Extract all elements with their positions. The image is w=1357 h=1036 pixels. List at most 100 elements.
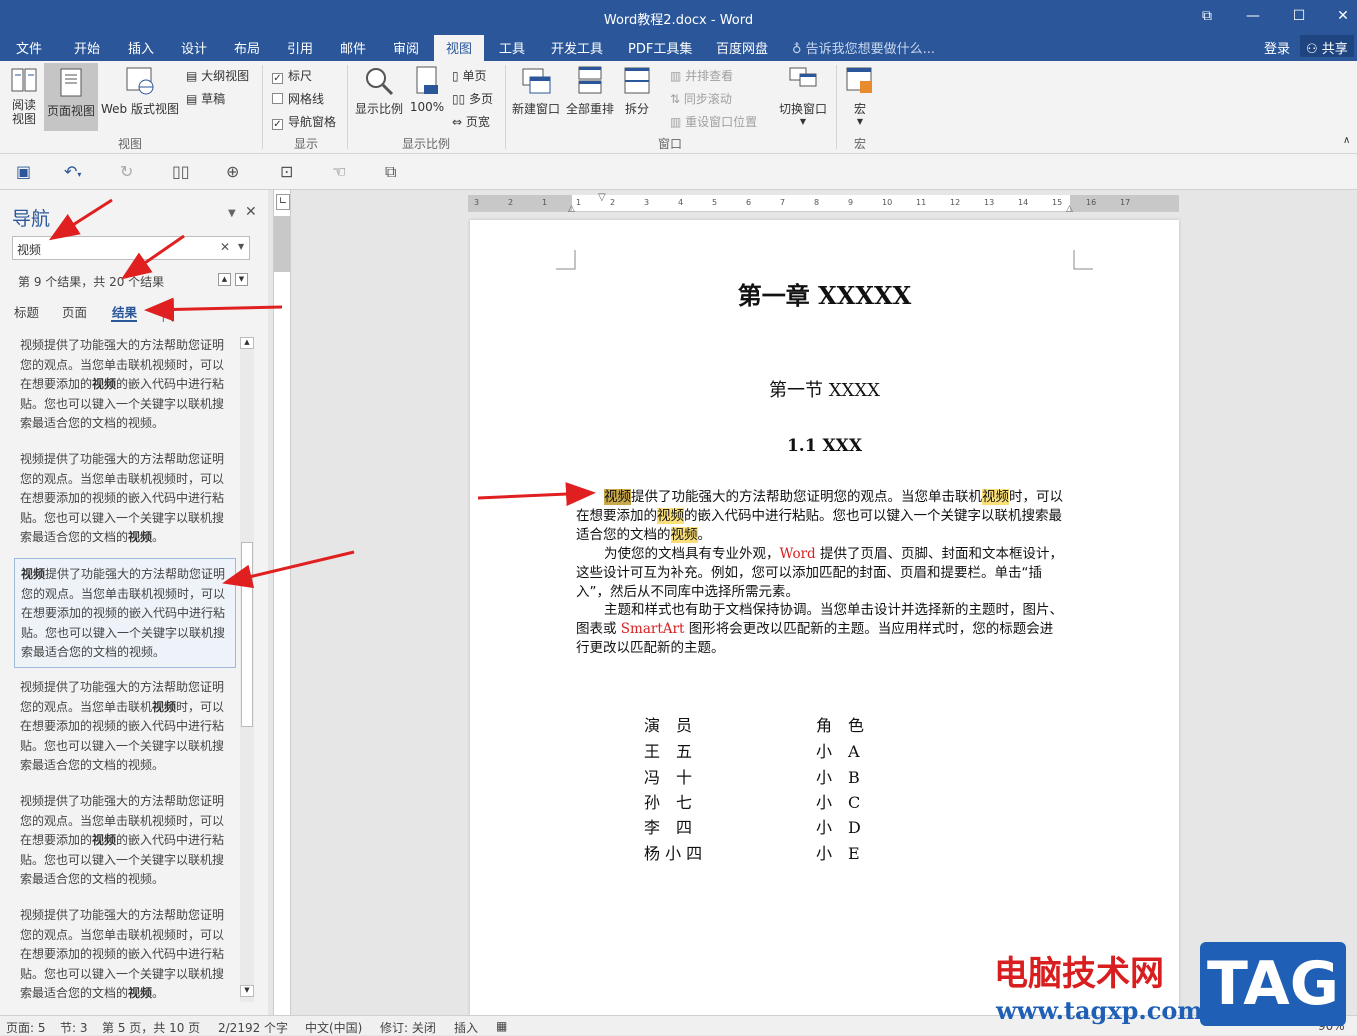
nav-search-input[interactable]: 视频 ✕ ▼ <box>12 236 250 260</box>
touch-mode-icon[interactable]: ☜ <box>332 162 346 181</box>
lightbulb-icon: ♁ <box>792 42 802 57</box>
status-insert-mode[interactable]: 插入 <box>454 1019 478 1036</box>
multi-page-button[interactable]: ▯▯ 多页 <box>452 90 493 107</box>
switch-window-button[interactable]: 切换窗口 ▼ <box>776 65 830 126</box>
tab-selector[interactable]: ∟ <box>276 194 290 210</box>
nav-close-icon[interactable]: ✕ <box>245 204 257 220</box>
new-window-button[interactable]: 新建窗口 <box>510 65 562 117</box>
ruler-tick-label: 1 <box>542 198 548 207</box>
status-words[interactable]: 2/2192 个字 <box>218 1019 288 1036</box>
navigation-pane: 导航 ▼ ✕ 视频 ✕ ▼ 第 9 个结果，共 20 个结果 ▲ ▼ 标题 页面… <box>0 190 268 1015</box>
result-item[interactable]: 视频提供了功能强大的方法帮助您证明您的观点。当您单击联机视频时，可以在想要添加的… <box>14 330 236 440</box>
tab-headings[interactable]: 标题 <box>14 302 39 321</box>
print-layout-button[interactable]: 页面视图 <box>44 63 98 131</box>
ruler-tick-label: 6 <box>746 198 752 207</box>
status-section[interactable]: 节: 3 <box>60 1019 88 1036</box>
tab-review[interactable]: 审阅 <box>393 38 419 57</box>
tab-layout[interactable]: 布局 <box>234 38 260 57</box>
switch-window-icon <box>789 67 817 87</box>
status-page[interactable]: 页面: 5 <box>6 1019 46 1036</box>
right-indent-icon[interactable]: △ <box>1066 204 1073 214</box>
tab-tools[interactable]: 工具 <box>499 38 525 57</box>
tab-results[interactable]: 结果 <box>112 302 137 321</box>
watermark-url: www.tagxp.com <box>996 996 1203 1025</box>
results-scrollbar[interactable]: ▲ ▼ <box>240 337 254 1002</box>
left-indent-icon[interactable]: △ <box>568 204 575 214</box>
ribbon-display-options-icon[interactable]: ⧉ <box>1197 6 1217 26</box>
scroll-up-icon[interactable]: ▲ <box>240 337 254 349</box>
ruler-tick-label: 14 <box>1018 198 1029 207</box>
watermark-logo: TAG <box>1200 942 1346 1026</box>
first-line-indent-icon[interactable]: ▽ <box>598 192 606 203</box>
side-by-side-qat-icon[interactable]: ▯▯ <box>172 162 190 181</box>
nav-pane-checkbox[interactable]: ✓ 导航窗格 <box>272 113 336 130</box>
result-item[interactable]: 视频提供了功能强大的方法帮助您证明您的观点。当您单击联机视频时，可以在想要添加的… <box>14 444 236 554</box>
previous-result-icon[interactable]: ▲ <box>218 273 231 286</box>
side-by-side-button[interactable]: ▥ 并排查看 <box>670 67 733 84</box>
next-result-icon[interactable]: ▼ <box>235 273 248 286</box>
macro-record-icon[interactable]: ▦ <box>496 1019 507 1033</box>
split-button[interactable]: 拆分 <box>618 65 656 117</box>
close-icon[interactable]: ✕ <box>1333 6 1353 26</box>
scroll-down-icon[interactable]: ▼ <box>240 985 254 997</box>
tab-insert[interactable]: 插入 <box>128 38 154 57</box>
tab-baidu-netdisk[interactable]: 百度网盘 <box>716 38 768 57</box>
ruler-checkbox[interactable]: ✓ 标尺 <box>272 67 312 84</box>
status-language[interactable]: 中文(中国) <box>305 1019 362 1036</box>
read-mode-button[interactable]: 阅读 视图 <box>6 65 42 126</box>
tab-pdf-tools[interactable]: PDF工具集 <box>628 38 692 57</box>
tab-developer[interactable]: 开发工具 <box>551 38 603 57</box>
document-page[interactable]: 第一章 XXXXX 第一节 XXXX 1.1 XXX 视频提供了功能强大的方法帮… <box>470 220 1179 1020</box>
zoom-button[interactable]: 显示比例 <box>352 65 406 117</box>
minimize-icon[interactable]: — <box>1243 6 1263 26</box>
arrange-all-button[interactable]: 全部重排 <box>564 65 616 117</box>
result-item[interactable]: 视频提供了功能强大的方法帮助您证明您的观点。当您单击联机视频时，可以在想要添加的… <box>14 672 236 782</box>
one-page-icon: ▯ <box>452 69 459 83</box>
result-item-selected[interactable]: 视频提供了功能强大的方法帮助您证明您的观点。当您单击联机视频时，可以在想要添加的… <box>14 558 236 668</box>
zoom-100-button[interactable]: 100% <box>408 65 446 114</box>
save-icon[interactable]: ▣ <box>16 162 31 181</box>
collapse-ribbon-icon[interactable]: ∧ <box>1343 135 1350 146</box>
tab-references[interactable]: 引用 <box>287 38 313 57</box>
macros-button[interactable]: 宏 ▼ <box>842 65 878 126</box>
magnifier-icon <box>366 68 394 96</box>
chevron-down-icon: ▼ <box>799 117 807 126</box>
web-layout-button[interactable]: Web 版式视图 <box>100 65 180 117</box>
status-track-changes[interactable]: 修订: 关闭 <box>380 1019 436 1036</box>
tab-file[interactable]: 文件 <box>16 38 42 57</box>
tab-view[interactable]: 视图 <box>434 35 485 61</box>
gridlines-checkbox[interactable]: 网格线 <box>272 90 324 107</box>
share-button[interactable]: ⚇ 共享 <box>1300 35 1354 57</box>
result-item[interactable]: 视频提供了功能强大的方法帮助您证明您的观点。当您单击联机视频时，可以在想要添加的… <box>14 900 236 1010</box>
text-run: 提供了功能强大的方法帮助您证明您的观点。当您单击联机 <box>631 489 982 505</box>
reset-position-button[interactable]: ▥ 重设窗口位置 <box>670 113 757 130</box>
undo-icon[interactable]: ↶▾ <box>64 162 81 181</box>
sync-scroll-button[interactable]: ⇅ 同步滚动 <box>670 90 732 107</box>
draft-button[interactable]: ▤ 草稿 <box>186 90 225 107</box>
ruler-tick-label: 13 <box>984 198 995 207</box>
nav-options-icon[interactable]: ▼ <box>228 208 236 219</box>
maximize-icon[interactable]: ☐ <box>1289 6 1309 26</box>
customize-qat-icon[interactable]: ⧉ <box>385 162 396 182</box>
page-width-button[interactable]: ⇔ 页宽 <box>452 113 490 130</box>
search-options-icon[interactable]: ▼ <box>238 242 244 251</box>
tell-me-box[interactable]: ♁ 告诉我您想要做什么... <box>792 38 935 57</box>
result-item[interactable]: 视频提供了功能强大的方法帮助您证明您的观点。当您单击联机视频时，可以在想要添加的… <box>14 786 236 896</box>
clear-search-icon[interactable]: ✕ <box>220 240 230 254</box>
tab-home[interactable]: 开始 <box>74 38 100 57</box>
outline-button[interactable]: ▤ 大纲视图 <box>186 67 249 84</box>
scroll-thumb[interactable] <box>241 542 253 727</box>
login-link[interactable]: 登录 <box>1264 38 1290 57</box>
table-cell: 小 A <box>816 742 860 761</box>
print-preview-icon[interactable]: ⊡ <box>280 162 293 181</box>
one-page-button[interactable]: ▯ 单页 <box>452 67 486 84</box>
one-page-label: 单页 <box>462 69 487 83</box>
tab-design[interactable]: 设计 <box>181 38 207 57</box>
ribbon-tabs: 文件 开始 插入 设计 布局 引用 邮件 审阅 视图 工具 开发工具 PDF工具… <box>0 34 1357 61</box>
status-pages[interactable]: 第 5 页，共 10 页 <box>102 1019 200 1036</box>
text-run: 。 <box>697 526 712 543</box>
redo-icon[interactable]: ↻ <box>120 162 133 181</box>
web-icon[interactable]: ⊕ <box>226 162 239 181</box>
tab-pages[interactable]: 页面 <box>62 302 87 321</box>
tab-mailings[interactable]: 邮件 <box>340 38 366 57</box>
